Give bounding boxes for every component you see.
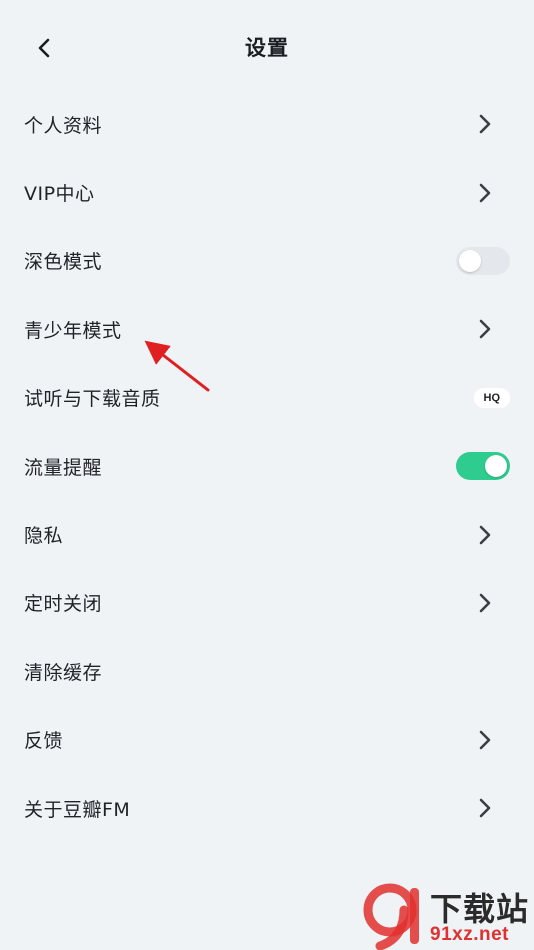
settings-item-data-reminder: 流量提醒 [0,432,534,500]
toggle-knob [485,455,507,478]
settings-item-label: 流量提醒 [24,456,103,479]
settings-item-sleep-timer[interactable]: 定时关闭 [0,569,534,637]
settings-item-label: VIP中心 [24,183,95,206]
chevron-right-icon [476,318,494,340]
watermark-domain: 91xz.net [430,924,509,945]
settings-item-label: 清除缓存 [24,661,103,684]
watermark: 下载站 91xz.net [360,880,534,950]
chevron-right-icon [476,524,494,546]
data-reminder-toggle[interactable] [456,452,510,481]
settings-item-profile[interactable]: 个人资料 [0,90,534,158]
quality-badge: HQ [473,387,510,408]
settings-item-label: 深色模式 [24,251,103,274]
settings-item-label: 关于豆瓣FM [24,798,131,821]
chevron-right-icon [476,729,494,751]
page-title: 设置 [245,36,289,60]
settings-item-feedback[interactable]: 反馈 [0,706,534,774]
settings-item-about[interactable]: 关于豆瓣FM [0,774,534,842]
chevron-right-icon [476,797,494,819]
settings-item-clear-cache[interactable]: 清除缓存 [0,637,534,705]
settings-item-label: 个人资料 [24,114,103,137]
settings-item-label: 试听与下载音质 [24,388,161,411]
dark-mode-toggle[interactable] [456,246,510,275]
settings-list: 个人资料 VIP中心 深色模式 青少年模式 试听与下载音质 HQ 流量提醒 隐私 [0,90,534,842]
header-bar: 设置 [0,0,534,96]
settings-item-label: 隐私 [24,525,64,548]
settings-item-privacy[interactable]: 隐私 [0,500,534,568]
chevron-right-icon [476,182,494,204]
settings-item-dark-mode: 深色模式 [0,227,534,295]
settings-item-label: 定时关闭 [24,593,103,616]
settings-item-label: 青少年模式 [24,319,122,342]
settings-item-vip-center[interactable]: VIP中心 [0,158,534,226]
chevron-right-icon [476,113,494,135]
settings-item-label: 反馈 [24,730,64,753]
settings-item-audio-quality[interactable]: 试听与下载音质 HQ [0,364,534,432]
chevron-right-icon [476,592,494,614]
watermark-logo-icon [363,883,419,950]
settings-item-teen-mode[interactable]: 青少年模式 [0,295,534,363]
toggle-knob [459,249,481,272]
